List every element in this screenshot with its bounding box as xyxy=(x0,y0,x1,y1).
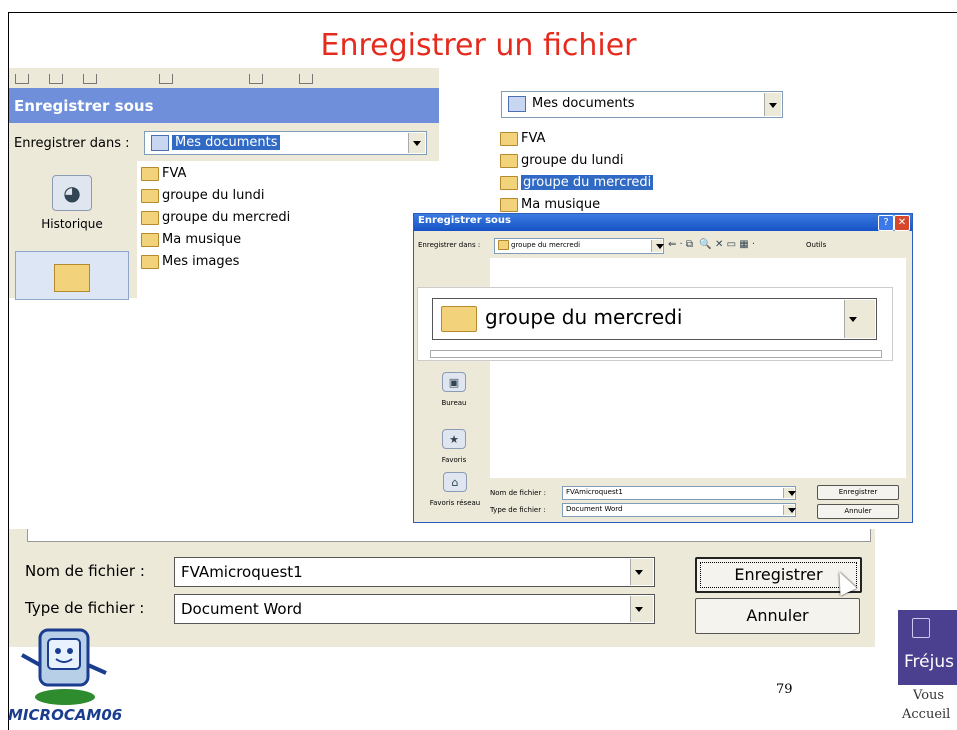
filetype-label: Type de fichier : xyxy=(490,506,546,514)
dialog1-body: Enregistrer dans : Mes documents ◕ Histo… xyxy=(9,123,439,300)
place-bureau[interactable]: ▣ Bureau xyxy=(424,372,484,408)
cancel-button[interactable]: Annuler xyxy=(695,598,860,634)
list-item[interactable]: Ma musique xyxy=(141,232,241,247)
filetype-label: Type de fichier : xyxy=(25,599,145,617)
dropdown-snippet: Mes documents FVA groupe du lundi groupe… xyxy=(490,83,788,215)
filename-input[interactable]: FVAmicroquest1 xyxy=(562,486,796,500)
my-documents-icon xyxy=(151,135,169,151)
filename-value: FVAmicroquest1 xyxy=(181,563,303,581)
chevron-down-icon[interactable] xyxy=(764,93,781,116)
zoom-value: groupe du mercredi xyxy=(485,305,683,329)
folder-icon xyxy=(141,210,159,225)
list-item-selected[interactable]: groupe du mercredi xyxy=(500,175,654,190)
close-button[interactable]: ✕ xyxy=(894,215,910,231)
desktop-icon: ▣ xyxy=(442,372,466,392)
save-in-label: Enregistrer dans : xyxy=(418,241,481,249)
save-in-value: groupe du mercredi xyxy=(511,241,581,249)
folder-icon xyxy=(500,153,518,168)
file-list-edge xyxy=(27,529,871,542)
dialog3-titlebar: Enregistrer sous ? ✕ xyxy=(414,214,912,231)
list-item[interactable]: groupe du mercredi xyxy=(141,210,290,225)
chevron-down-icon[interactable] xyxy=(651,240,664,252)
my-documents-icon xyxy=(508,96,526,112)
chevron-down-icon[interactable] xyxy=(844,300,875,338)
place-favoris[interactable]: ★ Favoris xyxy=(424,429,484,465)
logo-mark-icon xyxy=(912,618,930,638)
network-icon: ⌂ xyxy=(443,472,467,492)
pictures-folder-icon xyxy=(141,254,159,269)
folder-icon xyxy=(500,175,518,190)
chevron-down-icon[interactable] xyxy=(783,488,796,498)
music-folder-icon xyxy=(500,197,518,212)
dialog1-title: Enregistrer sous xyxy=(14,97,154,115)
logo-text: Fréjus xyxy=(904,652,954,672)
favorites-icon: ★ xyxy=(442,429,466,449)
page-number: 79 xyxy=(776,682,793,697)
place-historique[interactable]: ◕ Historique xyxy=(37,175,107,231)
place-favoris-reseau[interactable]: ⌂ Favoris réseau xyxy=(420,472,490,508)
history-icon: ◕ xyxy=(52,175,92,211)
zoom-overlay: groupe du mercredi xyxy=(417,287,893,361)
list-item[interactable]: groupe du lundi xyxy=(500,153,623,168)
folder-icon xyxy=(141,188,159,203)
filetype-select[interactable]: Document Word xyxy=(562,503,796,517)
dialog1-titlebar: Enregistrer sous xyxy=(9,88,439,123)
chevron-down-icon[interactable] xyxy=(630,596,653,622)
places-bar: ◕ Historique xyxy=(9,161,135,300)
dialog3: Enregistrer sous ? ✕ Enregistrer dans : … xyxy=(413,213,913,523)
folder-icon xyxy=(498,240,509,250)
music-folder-icon xyxy=(141,232,159,247)
dialog3-title: Enregistrer sous xyxy=(418,215,512,226)
dropdown-value: Mes documents xyxy=(532,96,635,111)
filename-label: Nom de fichier : xyxy=(25,562,145,580)
mascot-label: MICROCAM06 xyxy=(8,706,123,724)
folder-icon xyxy=(141,166,159,181)
logo-tagline-line1: Vous xyxy=(913,688,945,703)
save-in-value: Mes documents xyxy=(172,135,281,150)
folder-icon xyxy=(500,131,518,146)
filetype-value: Document Word xyxy=(181,600,303,618)
toolbar-icons[interactable]: ⇐ · ⧉ 🔍 ✕ ▭ ▦ · xyxy=(668,239,755,250)
toolbar-strip xyxy=(9,68,439,88)
chevron-down-icon[interactable] xyxy=(408,133,425,153)
zoom-select[interactable]: groupe du mercredi xyxy=(432,298,877,340)
slide-title: Enregistrer un fichier xyxy=(320,28,637,63)
file-list: FVA groupe du lundi groupe du mercredi M… xyxy=(137,161,439,298)
list-item[interactable]: groupe du lundi xyxy=(141,188,264,203)
frejus-logo: Fréjus xyxy=(898,610,957,685)
list-item[interactable]: Ma musique xyxy=(500,197,600,212)
save-button[interactable]: Enregistrer xyxy=(817,485,899,500)
chevron-down-icon[interactable] xyxy=(783,505,796,515)
filename-input[interactable]: FVAmicroquest1 xyxy=(174,557,655,587)
save-in-select[interactable]: groupe du mercredi xyxy=(494,238,664,254)
place-label: Historique xyxy=(41,217,103,231)
tools-menu[interactable]: Outils xyxy=(806,241,826,249)
filetype-select[interactable]: Document Word xyxy=(174,594,655,624)
help-button[interactable]: ? xyxy=(878,215,894,231)
folder-icon xyxy=(441,306,477,332)
mascot-computer-icon xyxy=(21,628,107,705)
dropdown-select[interactable]: Mes documents xyxy=(501,91,783,118)
zoom-frame-edge xyxy=(430,350,882,358)
save-in-select[interactable]: Mes documents xyxy=(144,131,427,155)
place-selected[interactable] xyxy=(15,251,129,300)
dialog4: Nom de fichier : FVAmicroquest1 Type de … xyxy=(9,529,875,647)
cancel-button[interactable]: Annuler xyxy=(817,504,899,519)
chevron-down-icon[interactable] xyxy=(630,559,653,585)
my-documents-icon xyxy=(54,264,90,292)
save-in-label: Enregistrer dans : xyxy=(14,136,130,151)
list-item[interactable]: FVA xyxy=(141,166,186,181)
logo-tagline-line2: Accueil xyxy=(902,707,951,722)
filename-label: Nom de fichier : xyxy=(490,489,546,497)
list-item[interactable]: Mes images xyxy=(141,254,239,269)
list-item[interactable]: FVA xyxy=(500,131,545,146)
